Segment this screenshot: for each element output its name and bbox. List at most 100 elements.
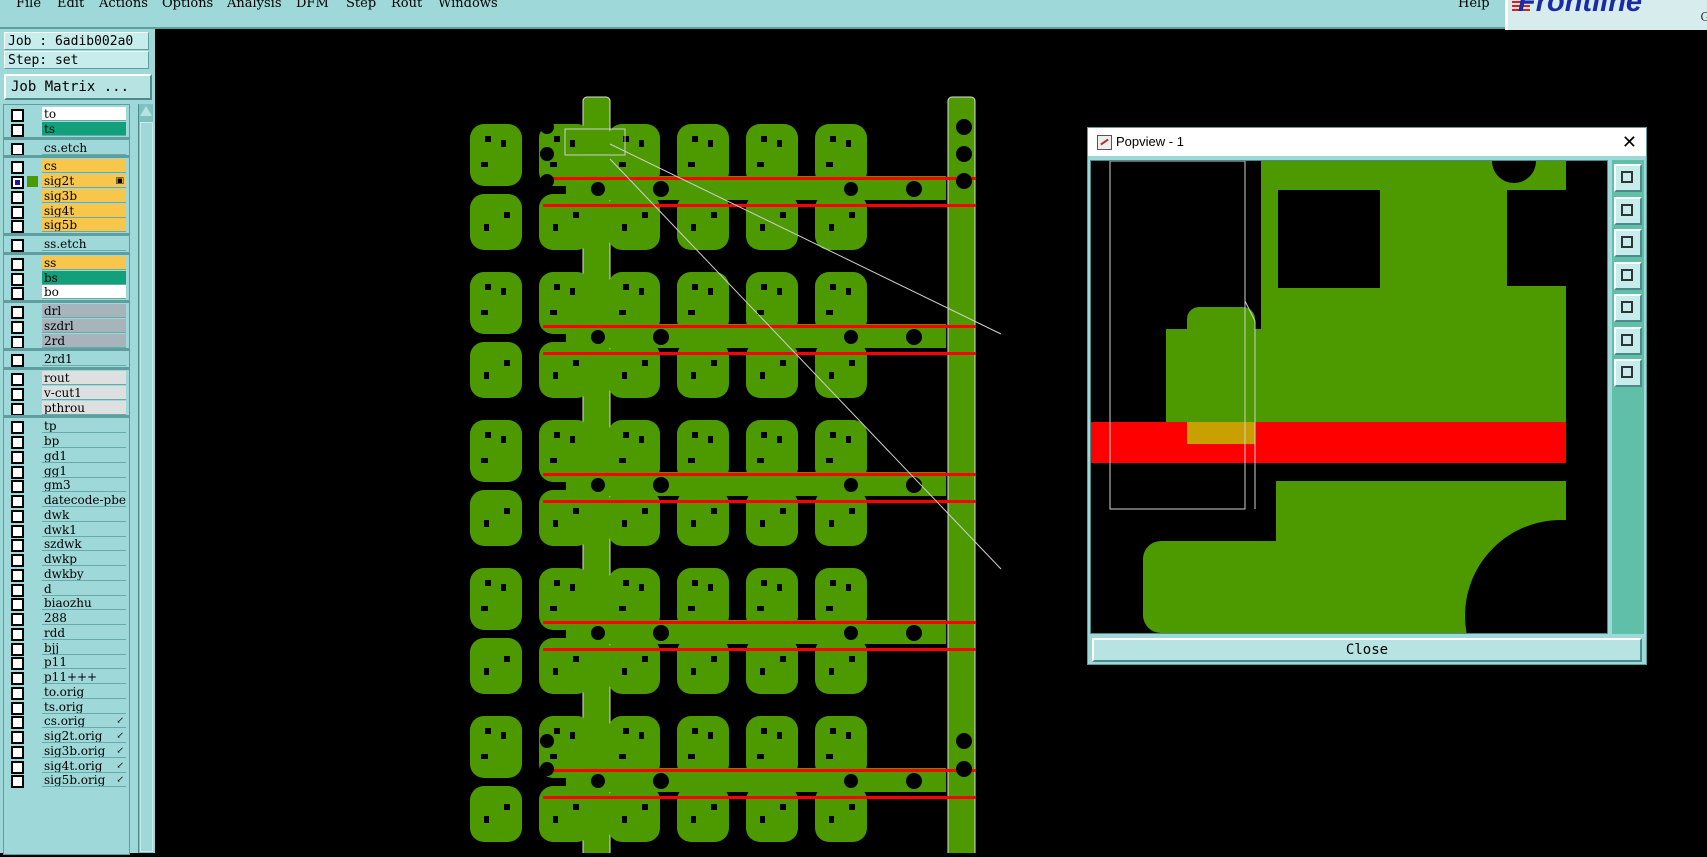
layer-name[interactable]: sig4t.orig ↙ bbox=[42, 758, 126, 773]
layer-row[interactable]: drl bbox=[4, 304, 129, 319]
popview-zoom-view[interactable] bbox=[1090, 160, 1608, 634]
layer-name[interactable]: datecode-pbe bbox=[42, 493, 126, 507]
layer-name[interactable]: p11 bbox=[42, 655, 126, 670]
layer-name[interactable]: d bbox=[42, 581, 126, 596]
layer-name[interactable]: szdwk bbox=[42, 537, 126, 552]
layer-checkbox[interactable] bbox=[11, 731, 24, 744]
menu-rout[interactable]: Rout bbox=[391, 0, 422, 11]
layer-row[interactable]: cs.orig ↙ bbox=[4, 714, 129, 730]
layer-name[interactable]: p11+++ bbox=[42, 670, 126, 684]
layer-name[interactable]: dwkby bbox=[42, 566, 126, 581]
menu-help[interactable]: Help bbox=[1458, 0, 1490, 11]
layer-name[interactable]: cs bbox=[42, 159, 126, 174]
fit-all-icon[interactable] bbox=[1614, 326, 1642, 355]
layer-row[interactable]: dwkby bbox=[4, 566, 129, 582]
popview-close-button[interactable]: Close bbox=[1092, 638, 1642, 662]
layer-name[interactable]: rdd bbox=[42, 625, 126, 640]
layer-name[interactable]: szdrl bbox=[42, 318, 126, 333]
layer-checkbox[interactable] bbox=[11, 436, 24, 449]
layer-row[interactable]: bs bbox=[4, 270, 129, 286]
layer-name[interactable]: ss bbox=[42, 255, 126, 270]
layer-row[interactable]: bp bbox=[4, 434, 129, 449]
layer-name[interactable]: 2rd bbox=[42, 333, 126, 348]
layer-checkbox[interactable] bbox=[11, 354, 24, 368]
layer-checkbox[interactable] bbox=[11, 450, 24, 464]
layer-checkbox[interactable] bbox=[11, 480, 24, 494]
layer-checkbox[interactable] bbox=[11, 142, 24, 156]
layer-row[interactable]: pthrou bbox=[4, 400, 129, 416]
layer-row[interactable]: sig5b bbox=[4, 218, 129, 234]
layer-name[interactable]: bjj bbox=[42, 640, 126, 655]
layer-list-scrollbar[interactable] bbox=[138, 104, 153, 853]
layer-checkbox[interactable] bbox=[11, 373, 24, 386]
layer-row[interactable]: tp bbox=[4, 419, 129, 435]
layer-checkbox[interactable] bbox=[11, 239, 24, 252]
layer-row[interactable]: ss bbox=[4, 255, 129, 271]
layer-checkbox[interactable] bbox=[11, 745, 24, 759]
layer-name[interactable]: sig4t bbox=[42, 203, 126, 218]
layer-checkbox[interactable] bbox=[11, 465, 24, 479]
layer-name[interactable]: sig2t ▣ bbox=[42, 174, 126, 188]
pan-left-icon[interactable] bbox=[1614, 261, 1642, 290]
layer-row[interactable]: dwk1 bbox=[4, 522, 129, 538]
layer-name[interactable]: ss.etch bbox=[42, 237, 126, 251]
menu-step[interactable]: Step bbox=[346, 0, 376, 11]
layer-checkbox[interactable] bbox=[11, 123, 24, 137]
layer-name[interactable]: bo bbox=[42, 285, 126, 300]
zoom-out-icon[interactable] bbox=[1614, 229, 1642, 257]
layer-name[interactable]: 288 bbox=[42, 611, 126, 625]
layer-row[interactable]: gg1 bbox=[4, 463, 129, 479]
layer-row[interactable]: szdrl bbox=[4, 318, 129, 334]
layer-checkbox[interactable] bbox=[11, 539, 24, 553]
layer-row[interactable]: 2rd1 bbox=[4, 352, 129, 368]
layer-checkbox[interactable] bbox=[11, 568, 24, 582]
layer-name[interactable]: sig5b bbox=[42, 218, 126, 233]
popview-graphic[interactable] bbox=[1091, 161, 1607, 633]
layer-row[interactable]: biaozhu bbox=[4, 596, 129, 612]
layer-name[interactable]: to bbox=[42, 107, 126, 121]
layer-row[interactable]: d bbox=[4, 581, 129, 597]
layer-row[interactable]: ss.etch bbox=[4, 237, 129, 252]
layer-name[interactable]: gm3 bbox=[42, 478, 126, 493]
layer-name[interactable]: drl bbox=[42, 304, 126, 318]
layer-row[interactable]: p11+++ bbox=[4, 670, 129, 685]
layer-name[interactable]: dwk bbox=[42, 507, 126, 522]
layer-checkbox[interactable] bbox=[11, 509, 24, 523]
layer-checkbox[interactable] bbox=[11, 272, 24, 286]
layer-name[interactable]: ts bbox=[42, 121, 126, 136]
layer-row[interactable]: sig2t.orig ↙ bbox=[4, 729, 129, 744]
layer-checkbox[interactable] bbox=[11, 583, 24, 597]
layer-row[interactable]: cs bbox=[4, 159, 129, 175]
zoom-fit-icon[interactable] bbox=[1614, 164, 1642, 192]
layer-checkbox[interactable] bbox=[11, 760, 24, 774]
layer-name[interactable]: sig3b.orig ↙ bbox=[42, 743, 126, 758]
menu-actions[interactable]: Actions bbox=[99, 0, 148, 11]
layer-row[interactable]: p11 bbox=[4, 655, 129, 671]
job-matrix-button[interactable]: Job Matrix ... bbox=[4, 74, 152, 100]
layer-name[interactable]: v-cut1 bbox=[42, 385, 126, 400]
layer-row[interactable]: to.orig bbox=[4, 684, 129, 700]
layer-name[interactable]: dwk1 bbox=[42, 522, 126, 537]
menu-dfm[interactable]: DFM bbox=[296, 0, 329, 11]
layer-checkbox[interactable] bbox=[11, 627, 24, 641]
layer-checkbox[interactable] bbox=[11, 109, 24, 122]
layer-checkbox[interactable] bbox=[11, 613, 24, 626]
menu-edit[interactable]: Edit bbox=[57, 0, 84, 11]
layer-row[interactable]: bjj bbox=[4, 640, 129, 656]
layer-row[interactable]: szdwk bbox=[4, 537, 129, 553]
layer-row[interactable]: bo bbox=[4, 285, 129, 301]
layer-checkbox[interactable] bbox=[11, 205, 24, 219]
layer-row[interactable]: sig2t ▣ bbox=[4, 174, 129, 189]
zoom-in-icon[interactable] bbox=[1614, 196, 1642, 225]
menu-windows[interactable]: Windows bbox=[438, 0, 498, 11]
layer-checkbox[interactable] bbox=[11, 495, 24, 508]
layer-name[interactable]: ts.orig bbox=[42, 699, 126, 714]
layer-checkbox[interactable] bbox=[11, 220, 24, 234]
layer-checkbox[interactable] bbox=[11, 598, 24, 612]
layer-checkbox[interactable] bbox=[11, 701, 24, 715]
layer-row[interactable]: to bbox=[4, 107, 129, 122]
layer-name[interactable]: pthrou bbox=[42, 400, 126, 415]
layer-checkbox[interactable] bbox=[11, 554, 24, 567]
layer-name[interactable]: cs.etch bbox=[42, 140, 126, 155]
layer-name[interactable]: gg1 bbox=[42, 463, 126, 478]
